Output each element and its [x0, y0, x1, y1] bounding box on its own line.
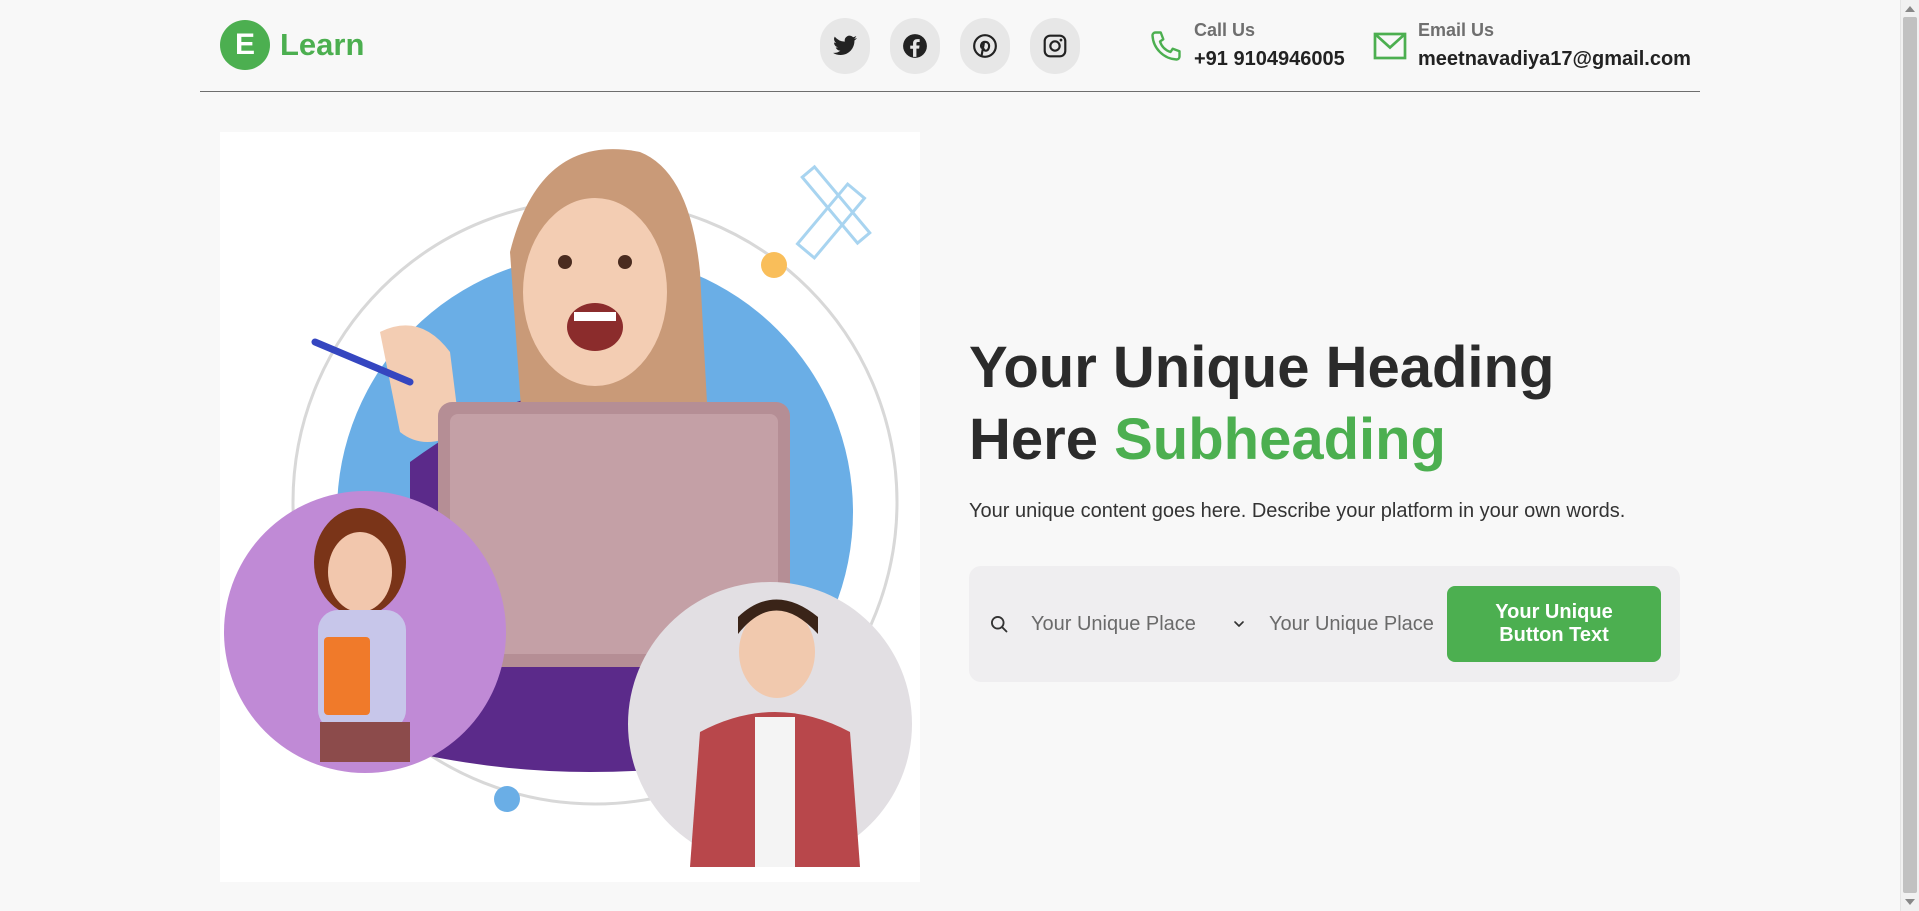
- email-address[interactable]: meetnavadiya17@gmail.com: [1418, 48, 1691, 71]
- social-links: [820, 18, 1080, 74]
- hero-description: Your unique content goes here. Describe …: [969, 500, 1626, 522]
- scroll-up-arrow-icon[interactable]: [1905, 6, 1915, 12]
- email-label: Email Us: [1418, 20, 1495, 40]
- instagram-link[interactable]: [1030, 18, 1080, 74]
- main-woman-mouth: [567, 303, 623, 351]
- call-label: Call Us: [1194, 20, 1256, 40]
- main-woman-face: [523, 198, 667, 386]
- pinterest-link[interactable]: [960, 18, 1010, 74]
- hero-heading: Your Unique Heading Here Subheading: [969, 332, 1609, 476]
- facebook-icon: [903, 34, 927, 58]
- facebook-link[interactable]: [890, 18, 940, 74]
- twitter-link[interactable]: [820, 18, 870, 74]
- phone-icon: [1151, 31, 1181, 61]
- chevron-down-icon[interactable]: [1231, 616, 1247, 632]
- mail-icon: [1373, 32, 1407, 60]
- instagram-icon: [1043, 34, 1067, 58]
- email-us[interactable]: Email Us meetnavadiya17@gmail.com: [1372, 20, 1691, 71]
- pencil-ruler-icon: [795, 164, 872, 261]
- hero-illustration: [224, 149, 912, 867]
- scroll-thumb[interactable]: [1903, 17, 1917, 893]
- search-input-primary[interactable]: [1031, 604, 1231, 644]
- call-us[interactable]: Call Us +91 9104946005: [1148, 20, 1345, 71]
- site-header: E Learn Call Us +91 9104946005 Email Us …: [200, 0, 1700, 92]
- heading-accent: Subheading: [1114, 407, 1446, 472]
- scroll-down-arrow-icon[interactable]: [1905, 899, 1915, 905]
- phone-number[interactable]: +91 9104946005: [1194, 48, 1345, 71]
- twitter-icon: [833, 35, 857, 55]
- orange-dot: [761, 252, 787, 278]
- search-submit-button[interactable]: Your Unique Button Text: [1447, 586, 1661, 662]
- page-scrollbar[interactable]: [1900, 0, 1919, 911]
- search-input-secondary[interactable]: [1269, 604, 1447, 644]
- blue-dot: [494, 786, 520, 812]
- logo-text: Learn: [280, 27, 365, 62]
- search-icon: [991, 616, 1008, 633]
- logo[interactable]: E Learn: [220, 20, 364, 70]
- logo-mark: E: [220, 20, 270, 70]
- search-bar: Your Unique Button Text: [969, 566, 1680, 682]
- hero-image: [220, 132, 920, 882]
- pinterest-icon: [973, 34, 997, 58]
